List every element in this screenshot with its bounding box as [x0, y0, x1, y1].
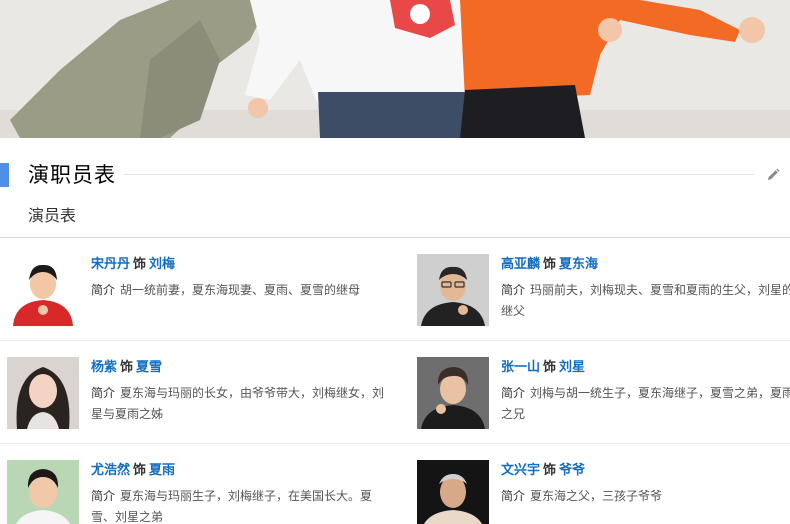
as-label: 饰 [133, 463, 147, 478]
actor-name-link[interactable]: 尤浩然 [91, 463, 130, 478]
cast-row: 尤浩然饰夏雨 简介 夏东海与玛丽生子，刘梅继子，在美国长大。夏雪、刘星之弟 文兴宇… [0, 444, 790, 524]
role-name-link[interactable]: 爷爷 [559, 463, 585, 478]
actor-photo[interactable] [7, 357, 79, 429]
intro-text: 胡一统前妻，夏东海现妻、夏雨、夏雪的继母 [120, 283, 361, 297]
banner-photo [0, 0, 790, 138]
pencil-icon[interactable] [766, 167, 780, 181]
intro-label: 简介 [91, 489, 116, 503]
intro-text: 玛丽前夫，刘梅现夫、夏雪和夏雨的生父，刘星的继父 [501, 283, 790, 318]
role-name-link[interactable]: 夏雨 [149, 463, 175, 478]
section-header: 演职员表 [0, 160, 790, 190]
cast-item: 高亚麟饰夏东海 简介 玛丽前夫，刘梅现夫、夏雪和夏雨的生父，刘星的继父 [417, 254, 790, 330]
intro-text: 刘梅与胡一统生子，夏东海继子，夏雪之弟，夏雨之兄 [501, 386, 790, 421]
cast-intro: 简介 玛丽前夫，刘梅现夫、夏雪和夏雨的生父，刘星的继父 [501, 280, 790, 322]
as-label: 饰 [133, 257, 147, 272]
cast-intro: 简介 夏东海之父，三孩子爷爷 [501, 486, 790, 507]
cast-item: 尤浩然饰夏雨 简介 夏东海与玛丽生子，刘梅继子，在美国长大。夏雪、刘星之弟 [7, 460, 392, 524]
cast-item: 张一山饰刘星 简介 刘梅与胡一统生子，夏东海继子，夏雪之弟，夏雨之兄 [417, 357, 790, 433]
actor-name-link[interactable]: 宋丹丹 [91, 257, 130, 272]
role-name-link[interactable]: 刘星 [559, 360, 585, 375]
intro-label: 简介 [501, 283, 526, 297]
section-title: 演职员表 [28, 163, 116, 187]
as-label: 饰 [543, 360, 557, 375]
intro-label: 简介 [501, 386, 526, 400]
intro-label: 简介 [91, 283, 116, 297]
cast-list: 宋丹丹饰刘梅 简介 胡一统前妻，夏东海现妻、夏雨、夏雪的继母 高亚麟 饰 夏东海… [0, 238, 790, 524]
intro-text: 夏东海之父，三孩子爷爷 [530, 489, 663, 503]
intro-label: 简介 [91, 386, 116, 400]
role-name-link[interactable]: 刘梅 [149, 257, 175, 272]
actor-name-link[interactable]: 文兴宇 [501, 463, 540, 478]
actor-photo[interactable] [7, 254, 79, 326]
cast-subtitle: 演员表 [28, 206, 77, 225]
actor-photo[interactable] [7, 460, 79, 524]
actor-name-link[interactable]: 张一山 [501, 360, 540, 375]
as-label: 饰 [543, 463, 557, 478]
as-label: 饰 [120, 360, 134, 375]
cast-item: 杨紫饰夏雪 简介 夏东海与玛丽的长女，由爷爷带大，刘梅继女，刘星与夏雨之姊 [7, 357, 392, 433]
role-name-link[interactable]: 夏雪 [136, 360, 162, 375]
cast-row: 宋丹丹饰刘梅 简介 胡一统前妻，夏东海现妻、夏雨、夏雪的继母 高亚麟 饰 夏东海… [0, 238, 790, 341]
actor-name-link[interactable]: 高亚麟 [501, 257, 540, 272]
actor-photo[interactable] [417, 254, 489, 326]
section-accent-bar [0, 163, 9, 187]
cast-row: 杨紫饰夏雪 简介 夏东海与玛丽的长女，由爷爷带大，刘梅继女，刘星与夏雨之姊 张一… [0, 341, 790, 444]
section-rule [124, 174, 754, 175]
actor-photo[interactable] [417, 460, 489, 524]
intro-label: 简介 [501, 489, 526, 503]
role-name-link[interactable]: 夏东海 [559, 257, 598, 272]
cast-item: 宋丹丹饰刘梅 简介 胡一统前妻，夏东海现妻、夏雨、夏雪的继母 [7, 254, 392, 330]
actor-name-link[interactable]: 杨紫 [91, 360, 117, 375]
intro-text: 夏东海与玛丽的长女，由爷爷带大，刘梅继女，刘星与夏雨之姊 [91, 386, 385, 421]
cast-intro: 简介 夏东海与玛丽生子，刘梅继子，在美国长大。夏雪、刘星之弟 [91, 486, 392, 524]
cast-intro: 简介 夏东海与玛丽的长女，由爷爷带大，刘梅继女，刘星与夏雨之姊 [91, 383, 392, 425]
intro-text: 夏东海与玛丽生子，刘梅继子，在美国长大。夏雪、刘星之弟 [91, 489, 373, 524]
cast-item: 文兴宇饰爷爷 简介 夏东海之父，三孩子爷爷 [417, 460, 790, 524]
actor-photo[interactable] [417, 357, 489, 429]
as-label: 饰 [543, 257, 557, 272]
cast-intro: 简介 胡一统前妻，夏东海现妻、夏雨、夏雪的继母 [91, 280, 392, 301]
cast-intro: 简介 刘梅与胡一统生子，夏东海继子，夏雪之弟，夏雨之兄 [501, 383, 790, 425]
